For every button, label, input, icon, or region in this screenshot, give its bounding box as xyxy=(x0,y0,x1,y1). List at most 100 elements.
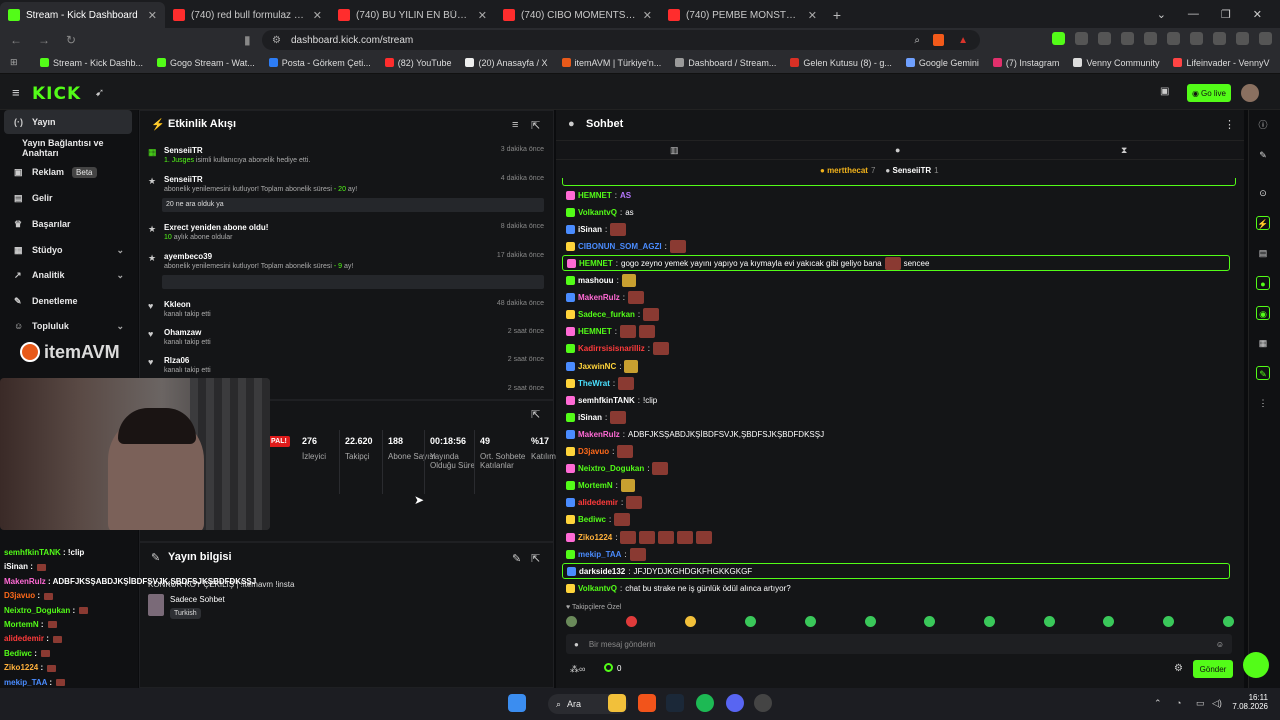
wallet-icon[interactable] xyxy=(1190,32,1203,45)
download-icon[interactable] xyxy=(1236,32,1249,45)
bookmark-item[interactable]: (7) Instagram xyxy=(992,58,1059,68)
browser-tab[interactable]: (740) PEMBE MONSTER | Madara Olu ✕ xyxy=(660,2,825,28)
quick-emote-icon[interactable] xyxy=(804,616,816,627)
bookmark-item[interactable]: Dashboard / Stream... xyxy=(675,58,776,68)
chat-username[interactable]: JaxwinNC xyxy=(578,362,616,371)
popout-icon[interactable]: ⇱ xyxy=(531,119,540,132)
clock[interactable]: 16:11 7.08.2026 xyxy=(1232,693,1268,711)
bookmark-icon[interactable]: ▮ xyxy=(244,33,258,47)
edit-icon[interactable]: ✎ xyxy=(512,552,521,565)
sidebar-item[interactable]: ▣ Reklam Beta xyxy=(4,160,132,184)
url-input[interactable]: ⚙ dashboard.kick.com/stream ⌕ ▲ xyxy=(262,30,980,50)
sidebar-item[interactable]: Yayın Bağlantısı ve Anahtarı xyxy=(4,136,132,160)
volume-icon[interactable]: ◁) xyxy=(1212,698,1222,709)
sidebar-item[interactable]: (·) Yayın xyxy=(4,110,132,134)
broadcast-icon[interactable]: ◉ xyxy=(1256,306,1270,320)
chat-username[interactable]: Sadece_furkan xyxy=(578,310,635,319)
quick-emote-icon[interactable] xyxy=(685,616,697,627)
chat-message[interactable]: semhfkinTANK: !clip xyxy=(566,392,1234,408)
info-icon[interactable]: ⓘ xyxy=(1256,118,1270,132)
bookmark-item[interactable]: Posta - Görkem Çeti... xyxy=(268,58,371,68)
chat-message[interactable]: HEMNET: AS xyxy=(566,187,1234,203)
moderator-view-icon[interactable]: ▣ xyxy=(1160,86,1169,97)
new-tab-button[interactable]: + xyxy=(825,2,849,28)
chat-username[interactable]: Neixtro_Dogukan xyxy=(578,464,644,473)
quick-emote-icon[interactable] xyxy=(924,616,936,627)
top-gifter[interactable]: ● SenseiiTR 1 xyxy=(885,166,938,175)
steam-icon[interactable] xyxy=(666,694,684,712)
site-info-icon[interactable]: ⚙ xyxy=(272,35,281,46)
sidebar-icon[interactable] xyxy=(1167,32,1180,45)
chat-message[interactable]: CIBONUN_SOM_AGZI: xyxy=(566,238,1234,254)
chat-username[interactable]: mekip_TAA xyxy=(578,550,621,559)
chat-message[interactable]: iSinan: xyxy=(566,221,1234,237)
sidebar-item[interactable]: ✎ Denetleme xyxy=(4,289,132,313)
bookmark-item[interactable]: Google Gemini xyxy=(905,58,979,68)
avatar[interactable] xyxy=(1241,84,1259,102)
quick-emote-icon[interactable] xyxy=(745,616,757,627)
tab-close-icon[interactable]: ✕ xyxy=(313,9,322,22)
quick-emote-icon[interactable] xyxy=(1043,616,1055,627)
tray-chevron-icon[interactable]: ⌃ xyxy=(1154,698,1162,709)
kick-logo[interactable]: KICK xyxy=(32,84,81,104)
sidebar-item[interactable]: ▤ Gelir xyxy=(4,186,132,210)
bookmark-item[interactable]: (20) Anasayfa / X xyxy=(465,58,548,68)
tab-close-icon[interactable]: ✕ xyxy=(808,9,817,22)
chat-gear-icon[interactable]: ⚙ xyxy=(1174,663,1183,674)
chat-username[interactable]: CIBONUN_SOM_AGZI xyxy=(578,242,662,251)
chat-message[interactable]: mekip_TAA: xyxy=(566,546,1234,562)
trash-icon[interactable]: ▥ xyxy=(670,145,679,156)
chat-username[interactable]: darkside132 xyxy=(579,567,625,576)
extension-icon[interactable] xyxy=(1144,32,1157,45)
wifi-icon[interactable]: ◔ xyxy=(1176,698,1181,708)
slow-mode-icon[interactable]: ⧗ xyxy=(1121,145,1127,156)
tab-close-icon[interactable]: ✕ xyxy=(643,9,652,22)
hamburger-menu-icon[interactable]: ≡ xyxy=(12,85,20,100)
menu-icon[interactable] xyxy=(1259,32,1272,45)
quick-emote-icon[interactable] xyxy=(864,616,876,627)
chat-username[interactable]: Kadirrsisisnarilliz xyxy=(578,344,645,353)
share-icon[interactable]: ⋮ xyxy=(1256,396,1270,410)
forward-icon[interactable]: → xyxy=(38,33,52,47)
quick-emote-icon[interactable] xyxy=(1163,616,1175,627)
extension-icon[interactable] xyxy=(1098,32,1111,45)
chat-username[interactable]: iSinan xyxy=(578,413,602,422)
pin-icon[interactable]: ➹ xyxy=(95,86,104,99)
bookmark-item[interactable]: itemAVM | Türkiye'n... xyxy=(561,58,661,68)
chat-username[interactable]: VolkantvQ xyxy=(578,208,617,217)
minimize-icon[interactable]: — xyxy=(1188,8,1199,20)
chat-message[interactable]: Kadirrsisisnarilliz: xyxy=(566,341,1234,357)
chat-username[interactable]: MakenRulz xyxy=(578,293,620,302)
chat-username[interactable]: D3javuo xyxy=(578,447,609,456)
chat-settings-icon[interactable]: ● xyxy=(574,640,579,649)
chat-username[interactable]: HEMNET xyxy=(579,259,613,268)
chat-message[interactable]: darkside132: JFJDYDJKGHDGKFHGKKGKGF xyxy=(562,563,1230,580)
bookmark-item[interactable]: Gelen Kutusu (8) - g... xyxy=(790,58,892,68)
browser-tab[interactable]: (740) CİBO MOMENTS | ULTRA HIZLI ✕ xyxy=(495,2,660,28)
emoji-icon[interactable]: ☺ xyxy=(1216,640,1224,649)
maximize-icon[interactable]: ❐ xyxy=(1221,8,1231,21)
chat-message[interactable]: Ziko1224: xyxy=(566,529,1234,545)
popout-icon[interactable]: ⇱ xyxy=(531,552,540,565)
apps-icon[interactable]: ⊞ xyxy=(10,57,18,68)
edit-icon[interactable]: ✎ xyxy=(1256,148,1270,162)
chat-message[interactable]: MakenRulz: xyxy=(566,290,1234,306)
chat-message[interactable]: MortemN: xyxy=(566,478,1234,494)
chat-username[interactable]: Bediwc xyxy=(578,515,606,524)
file-explorer-icon[interactable] xyxy=(608,694,626,712)
chat-message[interactable]: VolkantvQ: as xyxy=(566,204,1234,220)
browser-tab[interactable]: (740) red bull formulaz + rize vlog - ✕ xyxy=(165,2,330,28)
chat-message[interactable]: HEMNET: xyxy=(566,324,1234,340)
chat-icon[interactable]: ● xyxy=(1256,276,1270,290)
network-icon[interactable]: ▭ xyxy=(1196,698,1205,709)
chat-message[interactable]: Sadece_furkan: xyxy=(566,307,1234,323)
chevron-down-icon[interactable]: ⌄ xyxy=(116,245,124,256)
chat-options-icon[interactable]: ⋮ xyxy=(1224,118,1235,131)
zoom-search-icon[interactable]: ⌕ xyxy=(914,35,920,46)
brave-icon[interactable] xyxy=(638,694,656,712)
chat-message[interactable]: D3javuo: xyxy=(566,444,1234,460)
chat-message[interactable]: Neixtro_Dogukan: xyxy=(566,461,1234,477)
chat-username[interactable]: semhfkinTANK xyxy=(578,396,635,405)
wrench-icon[interactable]: ✎ xyxy=(1256,366,1270,380)
quick-emote-icon[interactable] xyxy=(1222,616,1234,627)
